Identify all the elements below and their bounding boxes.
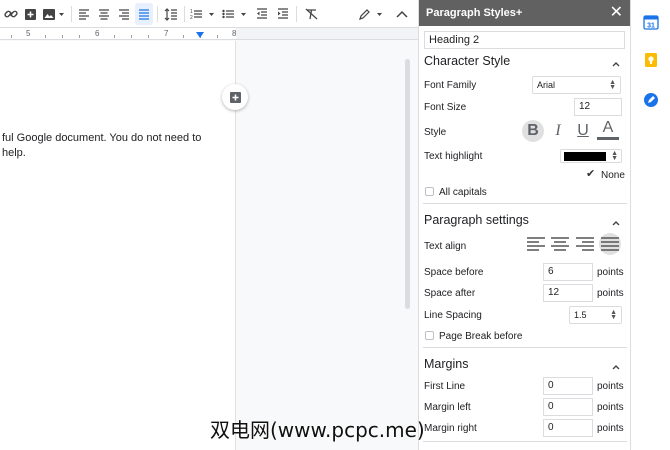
ruler-number: 5: [26, 29, 31, 38]
first-line-input[interactable]: 0: [543, 377, 593, 395]
add-comment-icon[interactable]: [22, 3, 38, 25]
points-unit-label: points: [597, 402, 624, 413]
space-after-input[interactable]: 12: [543, 284, 593, 302]
link-icon[interactable]: [2, 3, 20, 25]
decrease-indent-icon[interactable]: [253, 3, 271, 25]
page-break-label: Page Break before: [439, 331, 523, 342]
indent-marker[interactable]: [196, 32, 204, 38]
keep-icon[interactable]: [643, 52, 659, 68]
numbered-list-icon[interactable]: 12: [189, 3, 217, 25]
document-page[interactable]: ful Google document. You do not need to …: [0, 41, 236, 450]
text-align-label: Text align: [424, 241, 467, 252]
chevron-up-icon[interactable]: [612, 363, 620, 371]
document-line: help.: [2, 147, 26, 159]
space-after-label: Space after: [424, 288, 476, 299]
font-family-select[interactable]: Arial ▲ ▼: [532, 76, 621, 94]
align-center-icon[interactable]: [96, 3, 112, 25]
font-size-label: Font Size: [424, 102, 467, 113]
line-spacing-value: 1.5: [574, 310, 587, 320]
text-highlight-label: Text highlight: [424, 151, 483, 162]
margin-left-label: Margin left: [424, 402, 471, 413]
underline-button[interactable]: U: [572, 120, 594, 142]
points-unit-label: points: [597, 267, 624, 278]
all-capitals-label: All capitals: [439, 187, 487, 198]
checkmark-icon[interactable]: ✔: [586, 167, 595, 180]
space-before-label: Space before: [424, 267, 484, 278]
increase-indent-icon[interactable]: [274, 3, 292, 25]
points-unit-label: points: [597, 423, 624, 434]
align-right-icon[interactable]: [116, 3, 132, 25]
italic-button[interactable]: I: [547, 120, 569, 142]
document-area: ful Google document. You do not need to …: [0, 41, 418, 450]
select-arrows-icon: ▲ ▼: [611, 150, 618, 162]
ruler-number: 7: [164, 29, 169, 38]
justify-button[interactable]: [599, 233, 621, 255]
select-arrows-icon: ▲ ▼: [610, 309, 617, 321]
clear-formatting-icon[interactable]: [302, 3, 320, 25]
bold-button[interactable]: B: [522, 120, 544, 142]
all-capitals-checkbox[interactable]: [425, 187, 434, 196]
text-highlight-select[interactable]: ▲ ▼: [560, 149, 622, 163]
insert-image-icon[interactable]: [41, 3, 67, 25]
justify-icon[interactable]: [135, 3, 153, 25]
style-label: Style: [424, 127, 447, 138]
watermark-text: 双电网(www.pcpc.me): [210, 418, 425, 442]
paragraph-styles-panel: Paragraph Styles+ ✕ Heading 2 Character …: [418, 0, 630, 450]
panel-header: Paragraph Styles+ ✕: [419, 0, 630, 26]
margin-right-label: Margin right: [424, 423, 477, 434]
justify-icon: [601, 237, 619, 251]
svg-text:2: 2: [190, 15, 193, 20]
text-color-button[interactable]: A: [597, 118, 619, 140]
align-right-icon[interactable]: [575, 235, 595, 253]
side-panel-strip: 31: [630, 0, 670, 450]
align-left-icon[interactable]: [526, 235, 546, 253]
page-break-checkbox[interactable]: [425, 331, 434, 340]
toolbar: 12: [0, 0, 418, 28]
add-comment-icon: [229, 91, 241, 103]
character-style-title: Character Style: [424, 54, 511, 68]
align-center-icon[interactable]: [550, 235, 570, 253]
bulleted-list-icon[interactable]: [221, 3, 249, 25]
margin-right-input[interactable]: 0: [543, 419, 593, 437]
chevron-up-icon[interactable]: [612, 219, 620, 227]
paragraph-settings-title: Paragraph settings: [424, 213, 529, 227]
ruler-number: 6: [95, 29, 100, 38]
none-label: None: [601, 170, 625, 181]
document-scrollbar[interactable]: [405, 59, 410, 309]
panel-title: Paragraph Styles+: [426, 7, 523, 19]
font-family-value: Arial: [537, 80, 556, 90]
margin-left-input[interactable]: 0: [543, 398, 593, 416]
ruler[interactable]: 5 6 7 8: [0, 28, 418, 40]
select-arrows-icon: ▲ ▼: [609, 79, 616, 91]
document-line: ful Google document. You do not need to: [2, 132, 202, 144]
close-icon[interactable]: ✕: [610, 5, 623, 21]
style-name-input[interactable]: Heading 2: [424, 31, 625, 49]
editing-mode-pencil-icon[interactable]: [357, 3, 385, 25]
margins-title: Margins: [424, 357, 469, 371]
line-spacing-icon[interactable]: [162, 3, 180, 25]
svg-text:31: 31: [647, 23, 655, 30]
font-size-input[interactable]: 12: [574, 98, 622, 116]
chevron-up-icon[interactable]: [612, 60, 620, 68]
points-unit-label: points: [597, 288, 624, 299]
points-unit-label: points: [597, 381, 624, 392]
first-line-label: First Line: [424, 381, 466, 392]
line-spacing-select[interactable]: 1.5 ▲ ▼: [569, 306, 622, 324]
document-text[interactable]: ful Google document. You do not need to …: [2, 131, 201, 161]
space-before-input[interactable]: 6: [543, 263, 593, 281]
align-left-icon[interactable]: [76, 3, 92, 25]
highlight-color-swatch: [564, 151, 606, 161]
tasks-icon[interactable]: [643, 92, 659, 108]
add-comment-floating-button[interactable]: [222, 84, 248, 110]
calendar-icon[interactable]: 31: [643, 14, 659, 30]
line-spacing-label: Line Spacing: [424, 310, 482, 321]
collapse-toolbar-icon[interactable]: [394, 3, 410, 25]
font-family-label: Font Family: [424, 80, 477, 91]
